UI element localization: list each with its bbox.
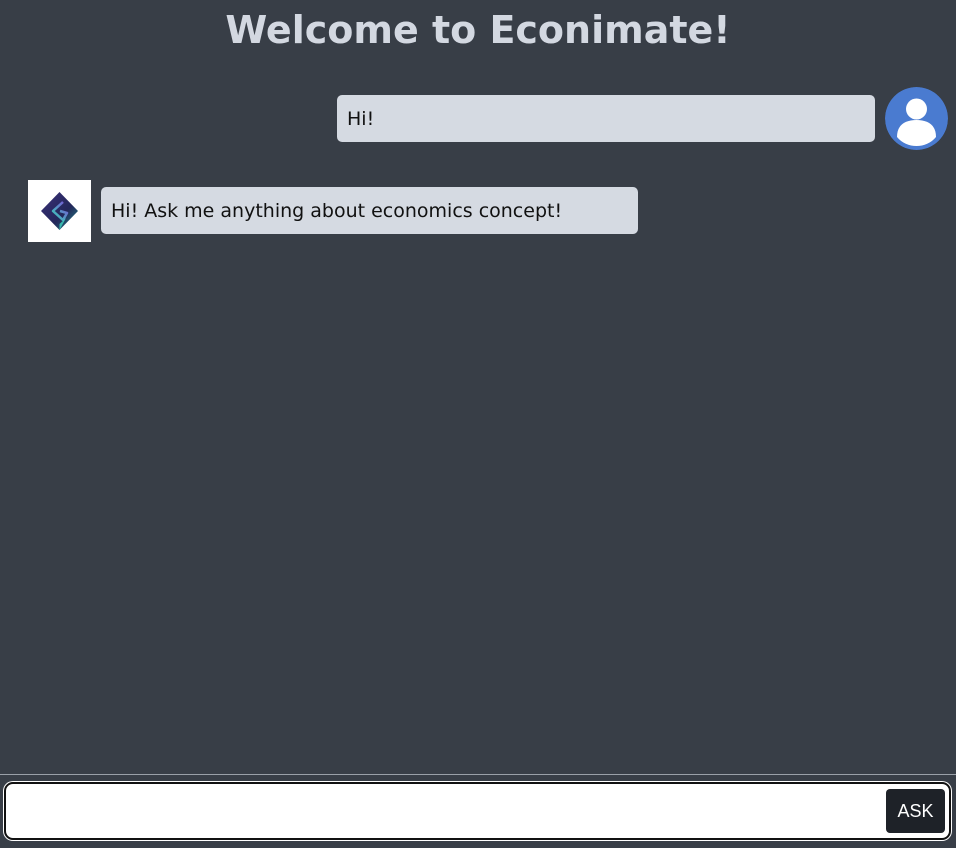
ask-button[interactable]: ASK (886, 789, 945, 833)
bot-message-bubble: Hi! Ask me anything about economics conc… (101, 187, 638, 234)
user-message-text: Hi! (347, 107, 375, 130)
econimate-logo-icon (28, 180, 91, 242)
user-avatar-icon (885, 87, 948, 150)
ask-input-wrapper[interactable] (4, 782, 951, 840)
ask-input[interactable] (16, 792, 880, 832)
page-title: Welcome to Econimate! (225, 8, 731, 52)
user-message-bubble: Hi! (337, 95, 875, 142)
bot-message-text: Hi! Ask me anything about economics conc… (111, 199, 563, 222)
